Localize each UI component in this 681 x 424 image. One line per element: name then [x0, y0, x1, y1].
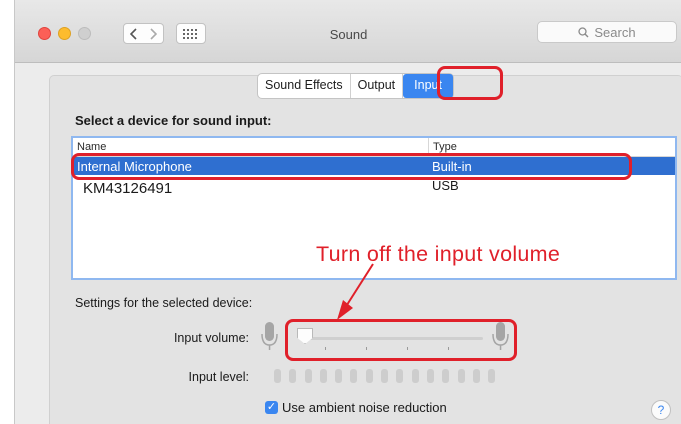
slider-tick [325, 347, 326, 350]
microphone-low-icon [261, 322, 278, 350]
input-volume-label: Input volume: [173, 331, 249, 345]
input-volume-highlight [285, 319, 517, 361]
input-level-label: Input level: [188, 370, 249, 384]
level-segment [350, 369, 358, 383]
input-tab-highlight [437, 66, 503, 100]
level-segment [365, 369, 373, 383]
noise-reduction-label[interactable]: Use ambient noise reduction [282, 400, 447, 415]
level-segment [274, 369, 281, 383]
microphone-high-icon [492, 322, 509, 350]
tab-output[interactable]: Output [351, 74, 404, 98]
column-header-name[interactable]: Name [77, 141, 106, 153]
level-segment [457, 369, 465, 383]
input-volume-track[interactable] [305, 337, 483, 340]
level-segment [304, 369, 312, 383]
input-level-meter [274, 369, 496, 383]
slider-tick [366, 347, 367, 350]
level-segment [488, 369, 496, 383]
level-segment [472, 369, 480, 383]
slider-tick [407, 347, 408, 350]
device-type: USB [432, 178, 459, 193]
tab-bar: Sound Effects Output Input [257, 73, 454, 99]
level-segment [289, 369, 297, 383]
level-segment [381, 369, 389, 383]
annotation-arrow-icon [337, 263, 374, 320]
search-field[interactable]: Search [537, 21, 677, 43]
slider-tick [448, 347, 449, 350]
checkmark-icon: ✓ [266, 401, 277, 413]
device-name: KM43126491 [83, 180, 173, 197]
help-button[interactable]: ? [651, 400, 671, 420]
search-icon [578, 26, 589, 37]
search-placeholder: Search [594, 24, 636, 40]
level-segment [396, 369, 404, 383]
title-bar: Sound Search [15, 0, 681, 63]
noise-reduction-checkbox[interactable]: ✓ [265, 401, 278, 414]
settings-heading: Settings for the selected device: [75, 296, 253, 310]
selected-device-highlight [71, 153, 632, 180]
level-segment [411, 369, 419, 383]
level-segment [442, 369, 450, 383]
tab-sound-effects[interactable]: Sound Effects [258, 74, 351, 98]
sound-preferences-window: Sound Search Sound Effects Output Input … [14, 0, 681, 424]
level-segment [426, 369, 434, 383]
level-segment [335, 369, 343, 383]
column-header-type[interactable]: Type [428, 138, 457, 153]
level-segment [319, 369, 327, 383]
device-section-heading: Select a device for sound input: [75, 113, 272, 128]
